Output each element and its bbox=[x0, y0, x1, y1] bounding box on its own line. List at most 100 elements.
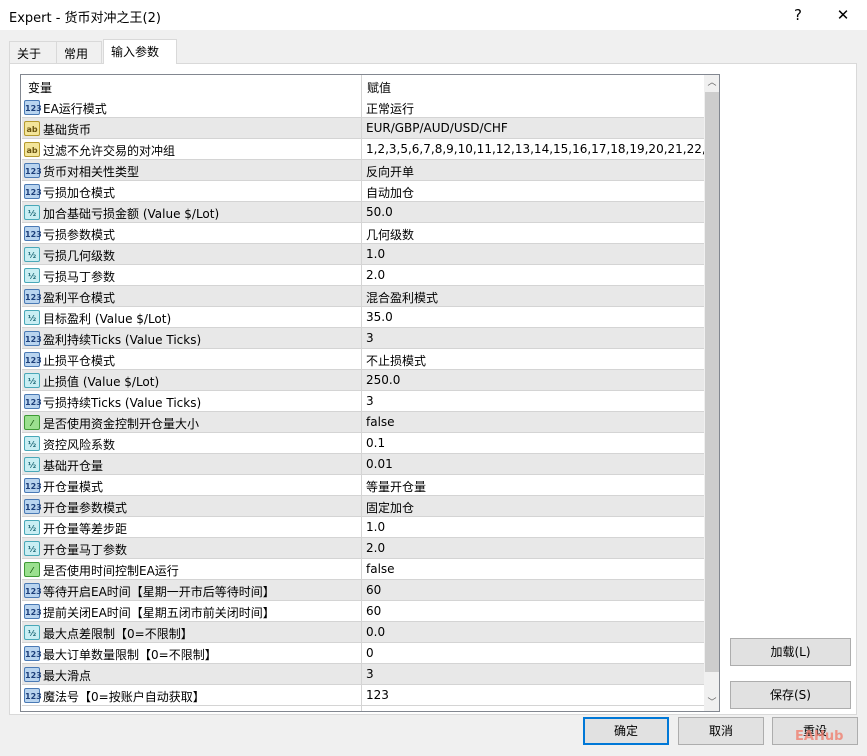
table-row[interactable]: 123 魔法号【0=按账户自动获取】 123 bbox=[22, 685, 704, 706]
type-int-icon: 123 bbox=[24, 478, 42, 493]
table-row[interactable]: 123 亏损参数模式 几何级数 bbox=[22, 223, 704, 244]
parameter-value[interactable]: 3 bbox=[366, 394, 374, 408]
parameter-name: 最大滑点 bbox=[43, 669, 92, 683]
parameter-value[interactable]: 固定加仓 bbox=[366, 499, 414, 516]
load-button[interactable]: 加载(L) bbox=[730, 638, 851, 666]
type-dbl-icon: ½ bbox=[24, 436, 40, 451]
table-row[interactable]: ½ 目标盈利 (Value $/Lot) 35.0 bbox=[22, 307, 704, 328]
scroll-up-icon[interactable]: ︿ bbox=[704, 75, 719, 91]
parameter-value[interactable]: 不止损模式 bbox=[366, 352, 426, 369]
parameter-value[interactable]: 250.0 bbox=[366, 373, 400, 387]
parameter-name: 最大点差限制【0=不限制】 bbox=[43, 627, 193, 641]
table-row[interactable]: 123 EA运行模式 正常运行 bbox=[22, 97, 704, 118]
parameter-value[interactable]: 0.01 bbox=[366, 457, 393, 471]
scroll-down-icon[interactable]: ﹀ bbox=[704, 695, 719, 711]
table-row[interactable]: 123 亏损持续Ticks (Value Ticks) 3 bbox=[22, 391, 704, 412]
parameters-table: 变量 赋值 123 EA运行模式 正常运行 ab 基础货币 EUR/GBP/AUD/USD… bbox=[20, 74, 720, 712]
parameter-name: 是否使用资金控制开仓量大小 bbox=[43, 417, 200, 431]
parameter-name: 亏损几何级数 bbox=[43, 249, 116, 263]
table-row[interactable]: ½ 亏损几何级数 1.0 bbox=[22, 244, 704, 265]
header-variable[interactable]: 变量 bbox=[28, 79, 52, 96]
parameter-value[interactable]: EUR/GBP/AUD/USD/CHF bbox=[366, 121, 508, 135]
parameter-value[interactable]: 1.0 bbox=[366, 520, 385, 534]
parameter-name: 加合基础亏损金额 (Value $/Lot) bbox=[43, 207, 220, 221]
table-row[interactable]: 123 盈利持续Ticks (Value Ticks) 3 bbox=[22, 328, 704, 349]
table-row[interactable]: 123 止损平仓模式 不止损模式 bbox=[22, 349, 704, 370]
parameter-value[interactable]: 2.0 bbox=[366, 541, 385, 555]
parameter-value[interactable]: 反向开单 bbox=[366, 163, 414, 180]
parameter-value[interactable]: 混合盈利模式 bbox=[366, 289, 438, 306]
parameter-value[interactable]: 1,2,3,5,6,7,8,9,10,11,12,13,14,15,16,17,… bbox=[366, 142, 719, 156]
table-row[interactable]: 123 开仓量参数模式 固定加仓 bbox=[22, 496, 704, 517]
table-row[interactable]: ½ 亏损马丁参数 2.0 bbox=[22, 265, 704, 286]
cancel-button[interactable]: 取消 bbox=[678, 717, 764, 745]
parameter-value[interactable]: 50.0 bbox=[366, 205, 393, 219]
type-dbl-icon: ½ bbox=[24, 541, 40, 556]
tab-inputs[interactable]: 输入参数 bbox=[103, 39, 177, 64]
parameter-name: 盈利持续Ticks (Value Ticks) bbox=[43, 333, 202, 347]
parameter-name: 基础开仓量 bbox=[43, 459, 104, 473]
parameter-value[interactable]: 几何级数 bbox=[366, 226, 414, 243]
parameter-value[interactable]: 自动加仓 bbox=[366, 184, 414, 201]
type-bool-icon: ⁄ bbox=[24, 562, 40, 577]
type-dbl-icon: ½ bbox=[24, 373, 40, 388]
table-row[interactable]: 123 开仓量模式 等量开仓量 bbox=[22, 475, 704, 496]
table-row[interactable]: ½ 开仓量马丁参数 2.0 bbox=[22, 538, 704, 559]
table-row[interactable]: 123 等待开启EA时间【星期一开市后等待时间】 60 bbox=[22, 580, 704, 601]
type-str-icon: ab bbox=[24, 142, 40, 157]
help-button[interactable]: ? bbox=[783, 4, 813, 26]
table-row[interactable]: ⁄ 是否使用资金控制开仓量大小 false bbox=[22, 412, 704, 433]
title-bar: Expert - 货币对冲之王(2) ? ✕ bbox=[0, 0, 867, 30]
parameter-value[interactable]: 123 bbox=[366, 688, 389, 702]
table-row[interactable]: ½ 止损值 (Value $/Lot) 250.0 bbox=[22, 370, 704, 391]
table-row[interactable]: ½ 最大点差限制【0=不限制】 0.0 bbox=[22, 622, 704, 643]
table-row[interactable]: 123 盈利平仓模式 混合盈利模式 bbox=[22, 286, 704, 307]
save-button[interactable]: 保存(S) bbox=[730, 681, 851, 709]
table-row[interactable]: 123 货币对相关性类型 反向开单 bbox=[22, 160, 704, 181]
type-dbl-icon: ½ bbox=[24, 625, 40, 640]
table-row[interactable]: 123 最大订单数量限制【0=不限制】 0 bbox=[22, 643, 704, 664]
table-row[interactable]: ½ 加合基础亏损金额 (Value $/Lot) 50.0 bbox=[22, 202, 704, 223]
parameter-value[interactable]: 60 bbox=[366, 583, 381, 597]
table-row[interactable]: ab 基础货币 EUR/GBP/AUD/USD/CHF bbox=[22, 118, 704, 139]
parameter-name: 止损值 (Value $/Lot) bbox=[43, 375, 160, 389]
table-row[interactable]: ab 过滤不允许交易的对冲组 1,2,3,5,6,7,8,9,10,11,12,13… bbox=[22, 139, 719, 160]
close-button[interactable]: ✕ bbox=[828, 4, 858, 26]
parameter-value[interactable]: 35.0 bbox=[366, 310, 393, 324]
parameter-value[interactable]: 正常运行 bbox=[366, 100, 414, 117]
table-row[interactable]: ½ 开仓量等差步距 1.0 bbox=[22, 517, 704, 538]
parameter-name: 目标盈利 (Value $/Lot) bbox=[43, 312, 172, 326]
table-row[interactable]: 123 亏损加仓模式 自动加仓 bbox=[22, 181, 704, 202]
parameter-name: 等待开启EA时间【星期一开市后等待时间】 bbox=[43, 585, 275, 599]
parameter-name: 资控风险系数 bbox=[43, 438, 116, 452]
parameter-value[interactable]: 0 bbox=[366, 646, 374, 660]
table-row[interactable]: ½ 资控风险系数 0.1 bbox=[22, 433, 704, 454]
vertical-scrollbar[interactable]: ︿ ﹀ bbox=[704, 75, 719, 711]
parameter-value[interactable]: 1.0 bbox=[366, 247, 385, 261]
table-row[interactable]: 123 提前关闭EA时间【星期五闭市前关闭时间】 60 bbox=[22, 601, 704, 622]
scroll-thumb[interactable] bbox=[705, 92, 719, 672]
parameter-value[interactable]: false bbox=[366, 562, 395, 576]
parameter-value[interactable]: 0.0 bbox=[366, 625, 385, 639]
table-row[interactable]: ⁄ 是否使用时间控制EA运行 false bbox=[22, 559, 704, 580]
type-dbl-icon: ½ bbox=[24, 268, 40, 283]
table-row[interactable]: ½ 基础开仓量 0.01 bbox=[22, 454, 704, 475]
parameter-value[interactable]: 60 bbox=[366, 604, 381, 618]
parameter-value[interactable]: 3 bbox=[366, 667, 374, 681]
table-row[interactable]: 123 最大滑点 3 bbox=[22, 664, 704, 685]
tab-about[interactable]: 关于 bbox=[9, 41, 57, 63]
parameter-value[interactable]: false bbox=[366, 415, 395, 429]
parameter-value[interactable]: 3 bbox=[366, 331, 374, 345]
parameter-name: 魔法号【0=按账户自动获取】 bbox=[43, 690, 205, 704]
ok-button[interactable]: 确定 bbox=[583, 717, 669, 745]
type-int-icon: 123 bbox=[24, 499, 42, 514]
tab-common[interactable]: 常用 bbox=[56, 41, 102, 63]
type-int-icon: 123 bbox=[24, 226, 42, 241]
parameter-value[interactable]: 2.0 bbox=[366, 268, 385, 282]
type-int-icon: 123 bbox=[24, 583, 42, 598]
parameter-value[interactable]: 0.1 bbox=[366, 436, 385, 450]
parameter-name: 提前关闭EA时间【星期五闭市前关闭时间】 bbox=[43, 606, 275, 620]
parameter-name: 基础货币 bbox=[43, 123, 92, 137]
parameter-value[interactable]: 等量开仓量 bbox=[366, 478, 426, 495]
header-value[interactable]: 赋值 bbox=[367, 79, 391, 96]
